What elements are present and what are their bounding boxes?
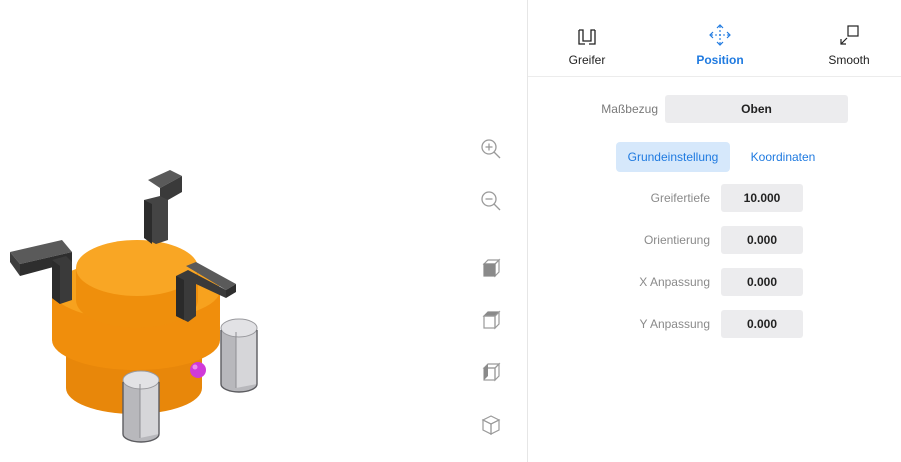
tab-smooth[interactable]: Smooth [804, 20, 894, 70]
properties-panel: Greifer Position Smooth Maßbezug Oben Gr… [527, 0, 901, 462]
x-adjust-label: X Anpassung [639, 275, 710, 289]
mode-tabs: Greifer Position Smooth [528, 14, 901, 77]
hex-cylinder-front [122, 370, 160, 443]
view-side-icon[interactable] [478, 360, 504, 386]
tab-position-label: Position [696, 53, 744, 67]
gripper-icon [542, 20, 632, 46]
view-iso-icon[interactable] [478, 412, 504, 438]
y-adjust-label: Y Anpassung [639, 317, 710, 331]
tab-greifer[interactable]: Greifer [542, 20, 632, 70]
view-top-icon[interactable] [478, 308, 504, 334]
tab-greifer-label: Greifer [568, 53, 606, 67]
3d-scene[interactable] [0, 0, 470, 462]
gripper-depth-input[interactable] [721, 184, 803, 212]
3d-viewport[interactable] [0, 0, 527, 462]
field-row-orientation: Orientierung [528, 226, 901, 254]
field-row-gripper-depth: Greifertiefe [528, 184, 901, 212]
gripper-depth-label: Greifertiefe [650, 191, 710, 205]
orientation-label: Orientierung [643, 233, 710, 247]
reference-select[interactable]: Oben [665, 95, 848, 123]
orientation-input[interactable] [721, 226, 803, 254]
x-adjust-input[interactable] [721, 268, 803, 296]
tcp-marker[interactable] [190, 362, 206, 378]
tab-smooth-label: Smooth [828, 53, 870, 67]
reference-label: Maßbezug [601, 102, 658, 116]
field-row-x-adjust: X Anpassung [528, 268, 901, 296]
smooth-icon [804, 20, 894, 46]
mode-coordinates-button[interactable]: Koordinaten [740, 142, 826, 172]
zoom-out-icon[interactable] [478, 188, 504, 214]
field-row-y-adjust: Y Anpassung [528, 310, 901, 338]
move-icon [675, 20, 765, 46]
gripper-finger-back [144, 170, 182, 244]
zoom-in-icon[interactable] [478, 136, 504, 162]
y-adjust-input[interactable] [721, 310, 803, 338]
gripper-finger-left [10, 240, 72, 304]
hex-cylinder-right [220, 318, 258, 393]
view-front-icon[interactable] [478, 256, 504, 282]
tab-position[interactable]: Position [675, 20, 765, 70]
mode-basic-button[interactable]: Grundeinstellung [616, 142, 730, 172]
app-root: Greifer Position Smooth Maßbezug Oben Gr… [0, 0, 901, 462]
